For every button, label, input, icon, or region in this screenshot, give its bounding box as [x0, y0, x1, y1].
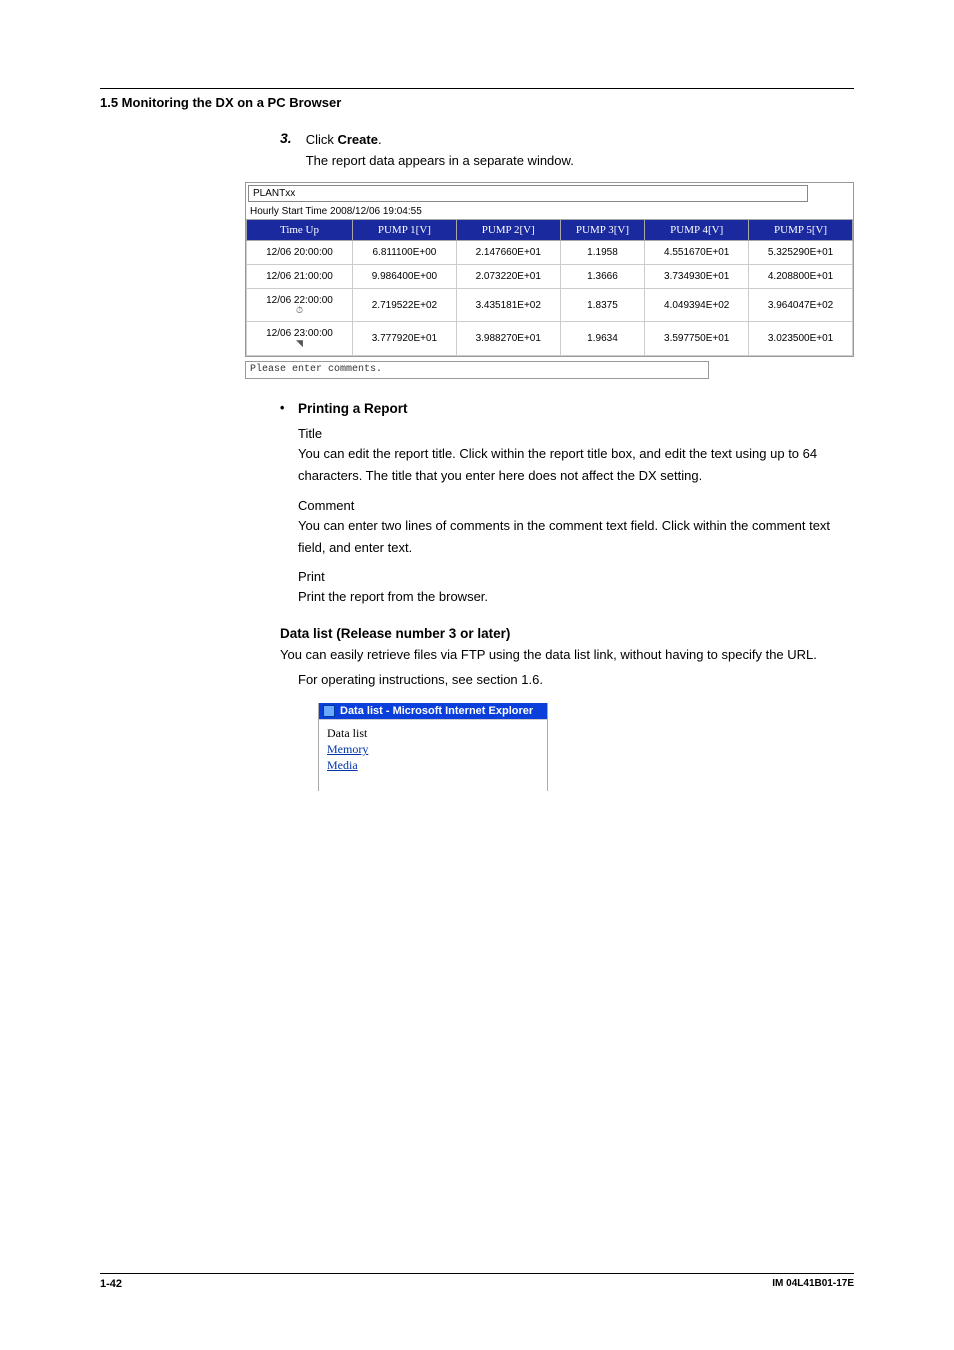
clock-icon: ⏱ — [247, 306, 352, 316]
comment-label: Comment — [298, 498, 854, 513]
cell: 3.988270E+01 — [456, 322, 560, 356]
comment-text: You can enter two lines of comments in t… — [298, 515, 854, 559]
cell: 4.551670E+01 — [645, 240, 749, 264]
datalist-para1: You can easily retrieve files via FTP us… — [280, 644, 854, 666]
cell: 1.8375 — [560, 288, 645, 322]
datalist-para2: For operating instructions, see section … — [298, 669, 854, 691]
report-window: PLANTxx Hourly Start Time 2008/12/06 19:… — [245, 182, 854, 358]
table-row: 12/06 20:00:00 6.811100E+00 2.147660E+01… — [247, 240, 853, 264]
page-number: 1-42 — [100, 1278, 122, 1290]
cell: 9.986400E+00 — [353, 264, 457, 288]
cell: 2.073220E+01 — [456, 264, 560, 288]
cell: 3.734930E+01 — [645, 264, 749, 288]
cell: 3.964047E+02 — [749, 288, 853, 322]
window-title: Data list - Microsoft Internet Explorer — [340, 705, 533, 717]
print-text: Print the report from the browser. — [298, 586, 854, 608]
cell-time: 12/06 22:00:00 — [266, 295, 333, 306]
cell: 3.597750E+01 — [645, 322, 749, 356]
cell: 4.208800E+01 — [749, 264, 853, 288]
cell: 3.777920E+01 — [353, 322, 457, 356]
col-pump1: PUMP 1[V] — [353, 219, 457, 240]
datalist-body-title: Data list — [327, 726, 539, 741]
col-pump4: PUMP 4[V] — [645, 219, 749, 240]
col-pump3: PUMP 3[V] — [560, 219, 645, 240]
report-subtitle: Hourly Start Time 2008/12/06 19:04:55 — [246, 204, 853, 219]
comment-input[interactable]: Please enter comments. — [245, 361, 709, 379]
ie-icon — [323, 705, 335, 717]
table-row: 12/06 21:00:00 9.986400E+00 2.073220E+01… — [247, 264, 853, 288]
cell-time: 12/06 20:00:00 — [266, 247, 333, 258]
col-pump2: PUMP 2[V] — [456, 219, 560, 240]
print-label: Print — [298, 569, 854, 584]
media-link[interactable]: Media — [327, 758, 539, 773]
cell: 4.049394E+02 — [645, 288, 749, 322]
cell: 2.719522E+02 — [353, 288, 457, 322]
cell: 1.3666 — [560, 264, 645, 288]
report-table: Time Up PUMP 1[V] PUMP 2[V] PUMP 3[V] PU… — [246, 219, 853, 357]
cell: 1.1958 — [560, 240, 645, 264]
flag-icon: ◥ — [247, 339, 352, 349]
cell: 2.147660E+01 — [456, 240, 560, 264]
report-title-input[interactable]: PLANTxx — [248, 185, 808, 202]
step-number: 3. — [280, 130, 292, 172]
cell: 6.811100E+00 — [353, 240, 457, 264]
step-line2: The report data appears in a separate wi… — [306, 153, 574, 168]
title-label: Title — [298, 426, 854, 441]
window-titlebar: Data list - Microsoft Internet Explorer — [319, 703, 547, 719]
datalist-heading: Data list (Release number 3 or later) — [280, 626, 854, 641]
col-time: Time Up — [247, 219, 353, 240]
title-text: You can edit the report title. Click wit… — [298, 443, 854, 487]
step-prefix: Click — [306, 132, 338, 147]
table-row: 12/06 23:00:00◥ 3.777920E+01 3.988270E+0… — [247, 322, 853, 356]
col-pump5: PUMP 5[V] — [749, 219, 853, 240]
step-text: Click Create. The report data appears in… — [306, 130, 574, 172]
printing-heading: Printing a Report — [298, 401, 408, 416]
step-suffix: . — [378, 132, 382, 147]
doc-id: IM 04L41B01-17E — [772, 1278, 854, 1290]
memory-link[interactable]: Memory — [327, 742, 539, 757]
bullet-icon: • — [280, 401, 290, 416]
datalist-window: Data list - Microsoft Internet Explorer … — [318, 703, 548, 791]
cell: 3.023500E+01 — [749, 322, 853, 356]
cell-time: 12/06 21:00:00 — [266, 271, 333, 282]
cell: 5.325290E+01 — [749, 240, 853, 264]
section-heading: 1.5 Monitoring the DX on a PC Browser — [100, 95, 854, 110]
cell: 1.9634 — [560, 322, 645, 356]
step-bold: Create — [337, 132, 377, 147]
table-row: 12/06 22:00:00⏱ 2.719522E+02 3.435181E+0… — [247, 288, 853, 322]
cell: 3.435181E+02 — [456, 288, 560, 322]
